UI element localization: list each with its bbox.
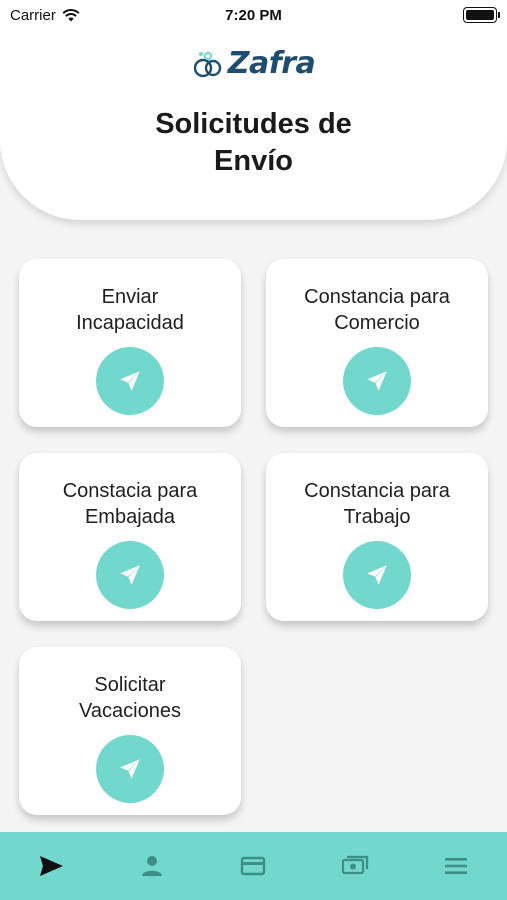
card-label: Solicitar Vacaciones [79,674,181,722]
card-constacia-embajada[interactable]: Constacia para Embajada [19,453,241,621]
card-label: Constancia para Comercio [304,286,450,334]
card-enviar-incapacidad[interactable]: Enviar Incapacidad [19,259,241,427]
status-bar: Carrier 7:20 PM [0,0,507,30]
send-icon [367,565,387,585]
send-icon [120,759,140,779]
send-button[interactable] [343,347,411,415]
send-button[interactable] [96,541,164,609]
card-solicitar-vacaciones[interactable]: Solicitar Vacaciones [19,647,241,815]
card-label: Constancia para Trabajo [304,480,450,528]
tab-profile[interactable] [122,832,182,900]
cash-icon [341,855,368,875]
tab-bar [0,832,507,900]
page-title: Solicitudes de Envío [155,108,352,177]
app-logo: Zafra [0,46,507,81]
bubbles-logo-icon [193,51,221,77]
card-constancia-trabajo[interactable]: Constancia para Trabajo [266,453,488,621]
person-icon [142,856,163,876]
screen: Zafra Solicitudes de Envío Carrier 7:20 … [0,0,507,900]
battery-icon [463,7,500,23]
header-card: Zafra Solicitudes de Envío [0,0,507,220]
battery-fill [466,10,494,20]
send-button[interactable] [96,735,164,803]
send-button[interactable] [96,347,164,415]
tab-card[interactable] [223,832,283,900]
send-icon [120,371,140,391]
send-icon [120,565,140,585]
tab-send[interactable] [21,832,81,900]
tab-menu[interactable] [426,832,486,900]
wifi-icon [62,9,80,22]
send-icon [367,371,387,391]
logo-text: Zafra [227,46,316,81]
menu-icon [445,858,468,874]
tab-cash[interactable] [325,832,385,900]
send-button[interactable] [343,541,411,609]
card-label: Enviar Incapacidad [76,286,184,334]
send-icon [39,856,63,876]
carrier-label: Carrier [10,6,56,24]
card-label: Constacia para Embajada [62,480,198,528]
status-left: Carrier [10,7,80,24]
card-icon [241,856,266,876]
card-constancia-comercio[interactable]: Constancia para Comercio [266,259,488,427]
